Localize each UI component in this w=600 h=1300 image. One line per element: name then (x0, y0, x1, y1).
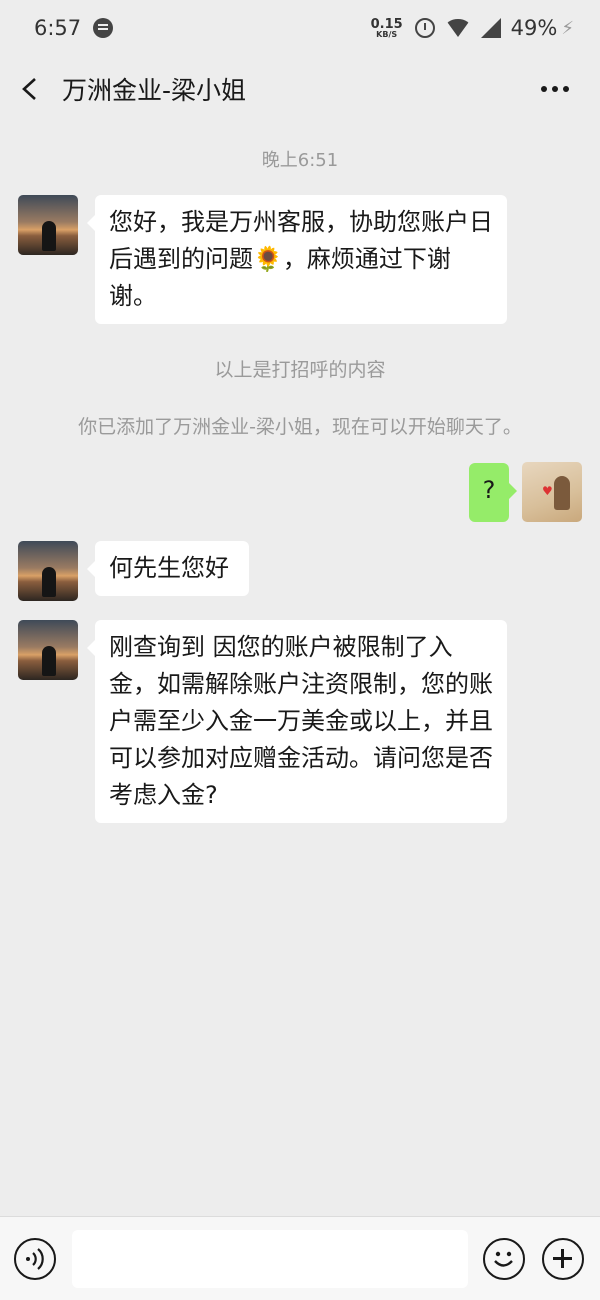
message-input[interactable] (72, 1230, 468, 1288)
network-speed: 0.15 KB/S (371, 18, 403, 39)
status-bar: 6:57 0.15 KB/S 49% ⚡ (0, 0, 600, 56)
wifi-icon (444, 19, 471, 37)
network-speed-unit: KB/S (376, 29, 398, 39)
contact-avatar[interactable] (18, 620, 78, 680)
message-bubble-greeting[interactable]: 您好，我是万州客服，协助您账户日后遇到的问题🌻，麻烦通过下谢谢。 (87, 195, 507, 324)
emoji-icon[interactable] (483, 1238, 525, 1280)
signal-icon (480, 18, 501, 38)
message-notification-icon (93, 18, 114, 38)
chat-header: 万洲金业-梁小姐 (0, 56, 600, 122)
chat-timestamp: 晚上6:51 (261, 150, 339, 171)
voice-input-icon[interactable] (14, 1238, 56, 1280)
message-bubble-hello[interactable]: 何先生您好 (87, 541, 249, 596)
charging-icon: ⚡ (561, 17, 574, 39)
back-icon[interactable] (20, 78, 42, 100)
add-attachment-icon[interactable] (542, 1238, 584, 1280)
battery-level: 49% (510, 16, 558, 40)
alarm-icon (414, 18, 435, 38)
network-speed-value: 0.15 (370, 16, 403, 32)
message-bubble-deposit[interactable]: 刚查询到 因您的账户被限制了入金，如需解除账户注资限制，您的账户需至少入金一万美… (87, 620, 507, 823)
input-bar (0, 1216, 600, 1300)
self-avatar[interactable]: ♥ (522, 462, 582, 522)
more-options-icon[interactable] (541, 86, 569, 92)
status-time: 6:57 (34, 16, 82, 40)
chat-title: 万洲金业-梁小姐 (62, 76, 247, 105)
contact-avatar[interactable] (18, 541, 78, 601)
system-message-friend-added: 你已添加了万洲金业-梁小姐，现在可以开始聊天了。 (78, 416, 522, 438)
system-message-greeting-note: 以上是打招呼的内容 (214, 359, 386, 381)
contact-avatar[interactable] (18, 195, 78, 255)
message-bubble-self[interactable]: ? (469, 463, 517, 522)
